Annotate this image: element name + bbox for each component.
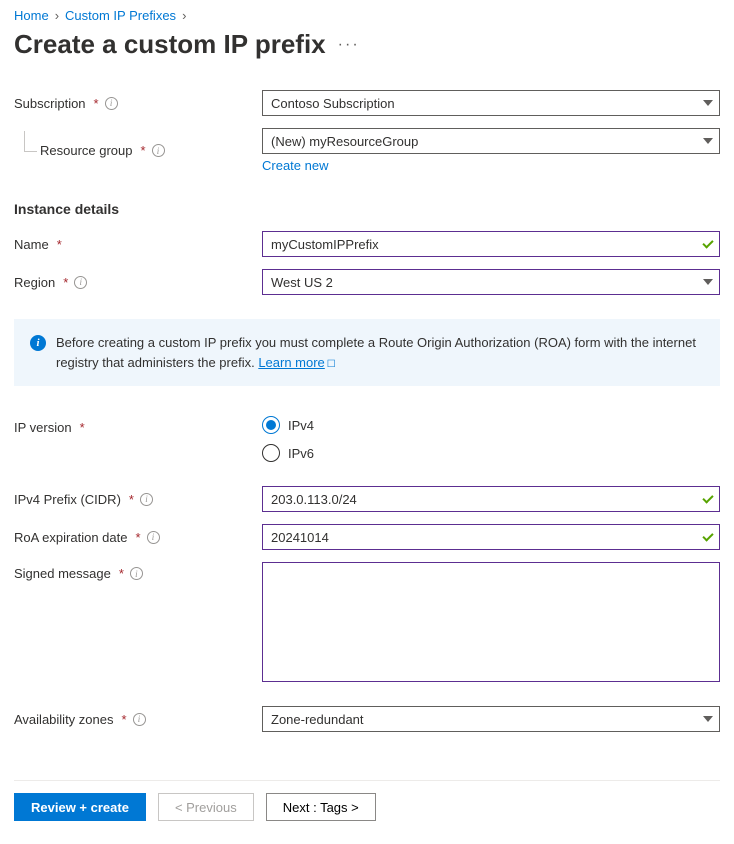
info-icon[interactable]: i: [140, 493, 153, 506]
resource-group-label: Resource group: [40, 143, 133, 158]
ipv4-prefix-input-wrap: [262, 486, 720, 512]
previous-button: < Previous: [158, 793, 254, 821]
name-input[interactable]: [263, 237, 719, 252]
instance-details-heading: Instance details: [14, 201, 720, 217]
ipv4-prefix-input[interactable]: [263, 492, 719, 507]
info-icon[interactable]: i: [105, 97, 118, 110]
roa-date-input[interactable]: [263, 530, 719, 545]
footer-actions: Review + create < Previous Next : Tags >: [14, 780, 720, 821]
availability-zones-select[interactable]: Zone-redundant: [262, 706, 720, 732]
region-value: West US 2: [263, 275, 719, 290]
required-indicator: *: [121, 712, 126, 727]
required-indicator: *: [141, 143, 146, 158]
signed-message-label: Signed message: [14, 566, 111, 581]
subscription-value: Contoso Subscription: [263, 96, 719, 111]
chevron-right-icon: ›: [55, 8, 59, 23]
info-banner: i Before creating a custom IP prefix you…: [14, 319, 720, 386]
availability-zones-value: Zone-redundant: [263, 712, 719, 727]
signed-message-textarea[interactable]: [262, 562, 720, 682]
banner-text: Before creating a custom IP prefix you m…: [56, 335, 696, 370]
ip-version-radio-group: IPv4 IPv6: [262, 416, 720, 462]
radio-icon: [262, 444, 280, 462]
ip-version-label: IP version: [14, 420, 72, 435]
ipv4-prefix-label: IPv4 Prefix (CIDR): [14, 492, 121, 507]
required-indicator: *: [57, 237, 62, 252]
ipv6-radio-label: IPv6: [288, 446, 314, 461]
ipv4-radio[interactable]: IPv4: [262, 416, 720, 434]
roa-date-label: RoA expiration date: [14, 530, 127, 545]
required-indicator: *: [135, 530, 140, 545]
info-icon[interactable]: i: [133, 713, 146, 726]
page-title: Create a custom IP prefix: [14, 29, 326, 60]
ipv6-radio[interactable]: IPv6: [262, 444, 720, 462]
name-label: Name: [14, 237, 49, 252]
breadcrumb-home[interactable]: Home: [14, 8, 49, 23]
next-tags-button[interactable]: Next : Tags >: [266, 793, 376, 821]
info-icon[interactable]: i: [74, 276, 87, 289]
roa-date-input-wrap: [262, 524, 720, 550]
breadcrumb-section[interactable]: Custom IP Prefixes: [65, 8, 176, 23]
radio-icon: [262, 416, 280, 434]
chevron-down-icon: [703, 279, 713, 285]
breadcrumb: Home › Custom IP Prefixes ›: [14, 8, 720, 23]
availability-zones-label: Availability zones: [14, 712, 113, 727]
required-indicator: *: [119, 566, 124, 581]
info-icon[interactable]: i: [147, 531, 160, 544]
learn-more-link[interactable]: Learn more: [258, 355, 324, 370]
resource-group-value: (New) myResourceGroup: [263, 134, 719, 149]
required-indicator: *: [129, 492, 134, 507]
region-select[interactable]: West US 2: [262, 269, 720, 295]
chevron-down-icon: [703, 100, 713, 106]
resource-group-select[interactable]: (New) myResourceGroup: [262, 128, 720, 154]
required-indicator: *: [94, 96, 99, 111]
subscription-select[interactable]: Contoso Subscription: [262, 90, 720, 116]
chevron-right-icon: ›: [182, 8, 186, 23]
chevron-down-icon: [703, 716, 713, 722]
subscription-label: Subscription: [14, 96, 86, 111]
region-label: Region: [14, 275, 55, 290]
info-icon[interactable]: i: [152, 144, 165, 157]
required-indicator: *: [80, 420, 85, 435]
required-indicator: *: [63, 275, 68, 290]
info-icon[interactable]: i: [130, 567, 143, 580]
more-actions-icon[interactable]: ···: [338, 36, 360, 54]
external-link-icon: ☐: [327, 359, 336, 370]
info-circle-icon: i: [30, 335, 46, 351]
ipv4-radio-label: IPv4: [288, 418, 314, 433]
create-new-link[interactable]: Create new: [262, 158, 720, 173]
chevron-down-icon: [703, 138, 713, 144]
review-create-button[interactable]: Review + create: [14, 793, 146, 821]
name-input-wrap: [262, 231, 720, 257]
